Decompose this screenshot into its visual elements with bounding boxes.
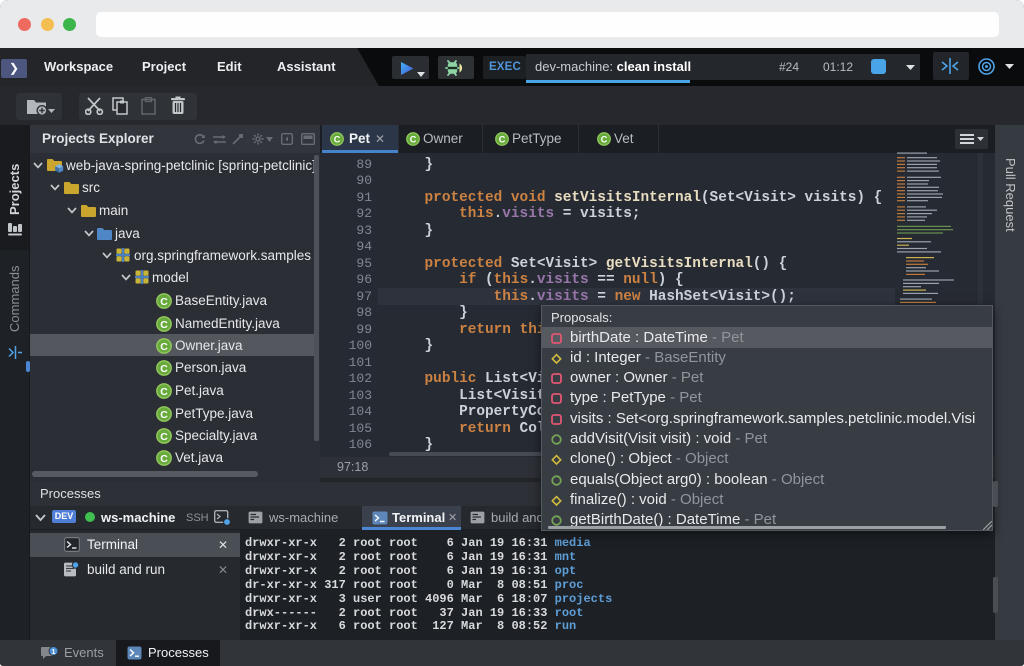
svg-text:C: C xyxy=(160,431,168,443)
svg-text:C: C xyxy=(160,386,168,398)
svg-text:C: C xyxy=(160,453,168,465)
svg-text:C: C xyxy=(410,135,417,145)
svg-text:C: C xyxy=(499,135,506,145)
svg-text:C: C xyxy=(334,135,341,145)
svg-text:1: 1 xyxy=(51,647,55,656)
svg-text:C: C xyxy=(601,135,608,145)
svg-text:C: C xyxy=(160,319,168,331)
svg-text:C: C xyxy=(160,296,168,308)
svg-text:C: C xyxy=(160,363,168,375)
svg-text:C: C xyxy=(160,341,168,353)
svg-text:C: C xyxy=(160,409,168,421)
